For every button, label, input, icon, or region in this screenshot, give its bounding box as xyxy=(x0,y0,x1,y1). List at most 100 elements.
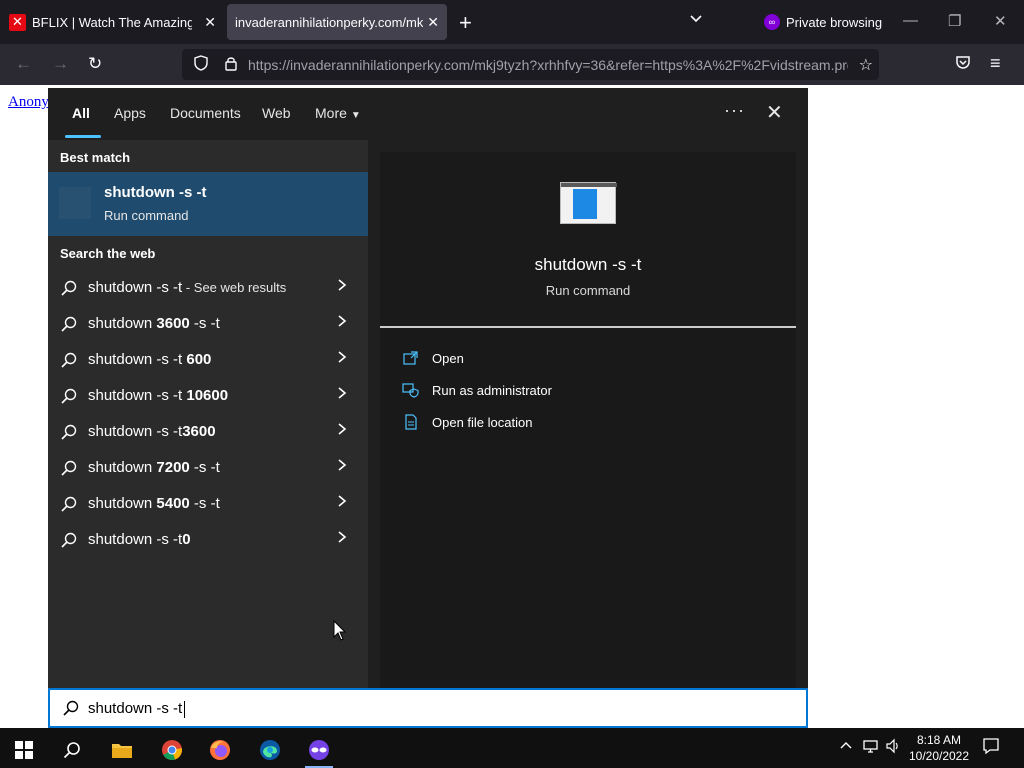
edge-icon[interactable] xyxy=(248,732,292,768)
search-web-heading: Search the web xyxy=(60,246,156,261)
reload-icon[interactable]: ↻ xyxy=(88,54,102,74)
tab-web[interactable]: Web xyxy=(262,105,291,121)
chevron-right-icon[interactable] xyxy=(336,530,348,549)
search-input[interactable]: shutdown -s -t xyxy=(48,688,808,728)
web-result-pre: shutdown -s -t xyxy=(88,279,183,296)
search-filter-tabs: All Apps Documents Web More ▼ ··· ✕ xyxy=(48,88,808,140)
bookmark-star-icon[interactable]: ☆ xyxy=(859,55,873,75)
web-result-pre: shutdown -s -t xyxy=(88,351,187,368)
tab-title: invaderannihilationperky.com/mkj9 xyxy=(235,14,423,30)
web-result-item[interactable]: shutdown -s -t 600 xyxy=(48,342,368,378)
back-icon[interactable]: ← xyxy=(15,54,32,74)
web-result-bold: 600 xyxy=(186,351,212,368)
web-result-item[interactable]: shutdown -s -t 10600 xyxy=(48,378,368,414)
more-options-icon[interactable]: ··· xyxy=(724,100,745,121)
firefox-icon[interactable] xyxy=(198,732,242,768)
firefox-private-icon[interactable] xyxy=(297,732,341,768)
action-open[interactable]: Open xyxy=(402,346,464,370)
web-result-item[interactable]: shutdown -s -t3600 xyxy=(48,414,368,450)
file-explorer-icon[interactable] xyxy=(100,732,144,768)
results-list: Best match shutdown -s -t Run command Se… xyxy=(48,140,368,688)
url-text[interactable]: https://invaderannihilationperky.com/mkj… xyxy=(248,57,848,73)
nav-bar: ← → ↻ https://invaderannihilationperky.c… xyxy=(0,44,1024,85)
web-result-text: shutdown 7200 -s -t xyxy=(88,459,220,476)
web-result-text: shutdown -s -t3600 xyxy=(88,423,216,440)
chevron-right-icon[interactable] xyxy=(336,386,348,405)
search-query[interactable]: shutdown -s -t xyxy=(88,700,186,718)
tab-close-icon[interactable]: ✕ xyxy=(204,14,216,31)
action-open-file-location[interactable]: Open file location xyxy=(402,410,532,434)
private-label: Private browsing xyxy=(786,14,883,30)
search-icon xyxy=(61,460,77,476)
tab-active[interactable]: invaderannihilationperky.com/mkj9 ✕ xyxy=(227,4,447,40)
web-result-bold: 3600 xyxy=(182,423,216,440)
web-result-item[interactable]: shutdown -s -t0 xyxy=(48,522,368,558)
pocket-icon[interactable] xyxy=(955,54,971,75)
page-link[interactable]: Anony xyxy=(8,94,49,111)
chevron-right-icon[interactable] xyxy=(336,350,348,369)
web-result-item[interactable]: shutdown 3600 -s -t xyxy=(48,306,368,342)
chevron-up-icon[interactable] xyxy=(839,738,853,755)
web-result-pre: shutdown xyxy=(88,459,157,476)
chevron-right-icon[interactable] xyxy=(336,494,348,513)
active-tab-indicator xyxy=(65,135,101,138)
chevron-right-icon[interactable] xyxy=(336,314,348,333)
search-icon xyxy=(61,388,77,404)
web-result-pre: shutdown -s -t xyxy=(88,423,183,440)
web-result-pre: shutdown -s -t xyxy=(88,531,183,548)
text-caret xyxy=(184,700,186,718)
chevron-right-icon[interactable] xyxy=(336,458,348,477)
best-match-heading: Best match xyxy=(60,150,131,165)
new-tab-icon[interactable]: + xyxy=(459,10,472,36)
tab-more[interactable]: More ▼ xyxy=(315,105,361,121)
volume-icon[interactable] xyxy=(885,738,901,757)
best-match-item[interactable]: shutdown -s -t Run command xyxy=(48,172,368,236)
action-run-as-admin[interactable]: Run as administrator xyxy=(402,378,552,402)
action-label: Run as administrator xyxy=(432,382,552,398)
tab-close-icon[interactable]: ✕ xyxy=(427,14,439,31)
notifications-icon[interactable] xyxy=(982,737,1000,758)
tab-title: BFLIX | Watch The Amazing Bull xyxy=(32,14,192,30)
web-result-suffix: - See web results xyxy=(182,280,287,295)
action-label: Open file location xyxy=(432,414,533,430)
file-location-icon xyxy=(405,414,417,430)
web-result-item[interactable]: shutdown 5400 -s -t xyxy=(48,486,368,522)
tab-documents[interactable]: Documents xyxy=(170,105,241,121)
close-icon[interactable]: ✕ xyxy=(766,100,783,125)
hamburger-menu-icon[interactable]: ≡ xyxy=(990,53,1001,74)
lock-icon[interactable] xyxy=(220,56,242,74)
restore-icon[interactable]: ❐ xyxy=(948,12,961,30)
url-path: /mkj9tyzh?xrhhfvy=36&refer=https%3A%2F%2… xyxy=(470,56,848,73)
shield-admin-icon xyxy=(402,383,419,398)
web-result-bold: 7200 xyxy=(156,459,190,476)
tab-all[interactable]: All xyxy=(72,105,90,121)
chevron-down-icon[interactable] xyxy=(689,12,703,31)
forward-icon[interactable]: → xyxy=(52,54,69,74)
network-icon[interactable] xyxy=(862,738,880,757)
web-result-item[interactable]: shutdown -s -t - See web results xyxy=(48,270,368,306)
tab-apps[interactable]: Apps xyxy=(114,105,146,121)
clock[interactable]: 8:18 AM 10/20/2022 xyxy=(905,732,973,764)
chevron-right-icon[interactable] xyxy=(336,422,348,441)
search-icon xyxy=(61,316,77,332)
minimize-icon[interactable]: — xyxy=(903,12,918,29)
tab-bflix[interactable]: ✕ BFLIX | Watch The Amazing Bull ✕ xyxy=(0,0,224,44)
preview-title: shutdown -s -t xyxy=(534,255,642,274)
start-icon[interactable] xyxy=(2,732,46,768)
mouse-cursor-icon xyxy=(333,620,347,641)
search-icon[interactable] xyxy=(50,732,94,768)
web-result-text: shutdown 5400 -s -t xyxy=(88,495,220,512)
web-result-pre: shutdown xyxy=(88,495,157,512)
app-window-icon xyxy=(560,182,617,224)
web-result-bold: 3600 xyxy=(156,315,190,332)
web-result-item[interactable]: shutdown 7200 -s -t xyxy=(48,450,368,486)
web-result-text: shutdown 3600 -s -t xyxy=(88,315,220,332)
url-bar[interactable]: https://invaderannihilationperky.com/mkj… xyxy=(182,49,879,80)
tab-bar: ✕ BFLIX | Watch The Amazing Bull ✕ invad… xyxy=(0,0,1024,44)
tracking-shield-icon[interactable] xyxy=(190,55,212,74)
search-query-text: shutdown -s -t xyxy=(88,700,183,717)
chrome-icon[interactable] xyxy=(150,732,194,768)
close-window-icon[interactable]: ✕ xyxy=(994,12,1007,30)
preview-subtitle: Run command xyxy=(545,283,631,298)
chevron-right-icon[interactable] xyxy=(336,278,348,297)
